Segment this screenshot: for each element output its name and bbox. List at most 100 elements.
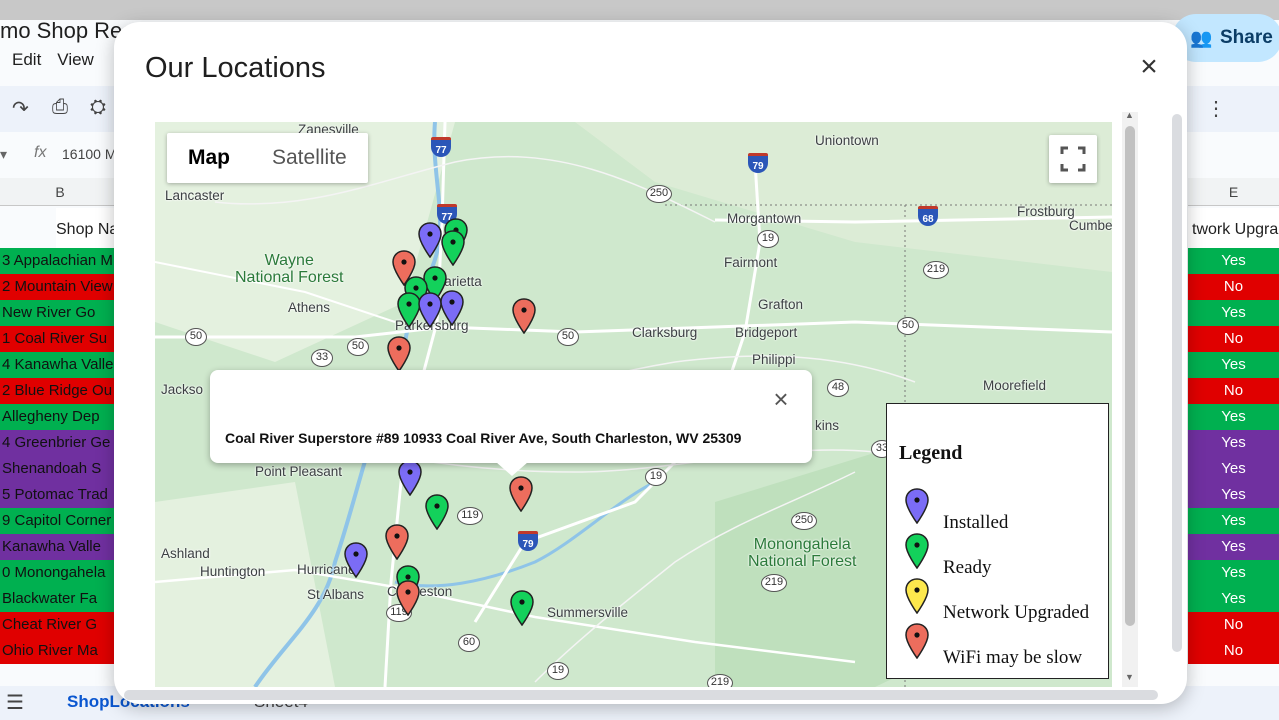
scroll-up-icon[interactable]: ▲ [1125,110,1134,120]
map-type-satellite-button[interactable]: Satellite [251,133,368,183]
route-shield: 219 [707,674,733,687]
place-label: Athens [288,300,331,315]
marker-ready-icon[interactable] [441,230,465,267]
network-upgraded-cell[interactable]: Yes [1188,560,1279,586]
marker-installed-icon[interactable] [398,460,422,497]
marker-ready-icon[interactable] [425,494,449,531]
shop-name-cell[interactable]: Ohio River Ma [0,638,120,664]
interstate-shield: 79 [748,153,768,173]
place-label: Bridgeport [735,325,798,340]
network-upgraded-cell[interactable]: No [1188,612,1279,638]
header-network-upgraded[interactable]: twork Upgra [1188,208,1279,252]
menu-view[interactable]: View [57,50,94,70]
shop-name-cell[interactable]: 9 Capitol Corner [0,508,120,534]
scroll-down-icon[interactable]: ▼ [1125,672,1134,682]
column-header-e[interactable]: E [1188,178,1279,206]
park-label: Monongahela National Forest [748,536,857,570]
marker-wifi-icon[interactable] [387,336,411,373]
header-shop-name[interactable]: Shop Na [56,208,120,252]
route-shield: 19 [645,468,667,486]
paint-format-icon[interactable]: ⛭ [90,96,106,119]
place-label: Moorefield [983,378,1047,393]
fullscreen-icon [1060,146,1086,172]
network-upgraded-cell[interactable]: Yes [1188,248,1279,274]
column-header-b[interactable]: B [0,178,120,206]
network-upgraded-cell[interactable]: Yes [1188,456,1279,482]
network-upgraded-cell[interactable]: Yes [1188,586,1279,612]
locations-dialog: Our Locations × Zanesville Uniontown Lanca… [114,22,1187,704]
dialog-horizontal-scrollbar[interactable] [124,690,1158,700]
network-upgraded-cell[interactable]: No [1188,274,1279,300]
shop-name-cell[interactable]: 1 Coal River Su [0,326,120,352]
shop-name-cell[interactable]: 0 Monongahela [0,560,120,586]
info-window-close-button[interactable]: × [766,384,796,414]
interstate-shield: 68 [918,206,938,226]
legend-item: Ready [905,533,1105,578]
dialog-title: Our Locations [145,52,326,84]
network-upgraded-cell[interactable]: No [1188,378,1279,404]
marker-installed-icon[interactable] [440,290,464,327]
place-label: Clarksburg [632,325,698,340]
shop-name-cell[interactable]: Blackwater Fa [0,586,120,612]
shop-name-cell[interactable]: 5 Potomac Trad [0,482,120,508]
route-shield: 50 [557,328,579,346]
all-sheets-menu-icon[interactable]: ☰ [6,690,24,715]
network-upgraded-cell[interactable]: Yes [1188,404,1279,430]
share-button[interactable]: 👥 Share [1172,14,1279,62]
legend-label: WiFi may be slow [943,647,1083,668]
browser-strip [0,0,1279,20]
shop-name-cell[interactable]: New River Go [0,300,120,326]
scrollbar-thumb[interactable] [1125,126,1135,626]
shop-name-cell[interactable]: Allegheny Dep [0,404,120,430]
route-shield: 19 [547,662,569,680]
place-label: Fairmont [724,255,778,270]
legend-item: WiFi may be slow [905,623,1105,668]
route-shield: 33 [311,349,333,367]
shop-name-cell[interactable]: Kanawha Valle [0,534,120,560]
shop-name-cell[interactable]: 3 Appalachian M [0,248,120,274]
marker-installed-icon[interactable] [418,222,442,259]
shop-name-cell[interactable]: 2 Blue Ridge Ou [0,378,120,404]
legend-item: Installed [905,488,1105,533]
network-upgraded-cell[interactable]: Yes [1188,508,1279,534]
marker-wifi-icon[interactable] [509,476,533,513]
menu-edit[interactable]: Edit [12,50,41,70]
place-label: kins [815,418,840,433]
map-legend: Legend Installed Ready Network Upgraded WiF… [886,403,1109,679]
fullscreen-button[interactable] [1049,135,1097,183]
network-upgraded-cell[interactable]: Yes [1188,352,1279,378]
place-label: Ashland [161,546,210,561]
network-upgraded-cell[interactable]: Yes [1188,430,1279,456]
shop-name-cell[interactable]: Shenandoah S [0,456,120,482]
shop-name-cell[interactable]: 2 Mountain View [0,274,120,300]
marker-wifi-icon[interactable] [512,298,536,335]
park-label: Wayne National Forest [235,252,344,286]
place-label: Philippi [752,352,796,367]
dialog-vertical-scrollbar[interactable] [1172,114,1182,652]
dialog-close-button[interactable]: × [1134,52,1164,82]
network-upgraded-cell[interactable]: No [1188,638,1279,664]
print-icon[interactable]: ⎙ [52,96,68,119]
marker-wifi-icon[interactable] [396,580,420,617]
marker-wifi-icon[interactable] [385,524,409,561]
network-upgraded-cell[interactable]: Yes [1188,534,1279,560]
marker-installed-icon[interactable] [418,292,442,329]
shop-name-cell[interactable]: 4 Greenbrier Ge [0,430,120,456]
route-shield: 60 [458,634,480,652]
shop-name-cell[interactable]: Cheat River G [0,612,120,638]
map[interactable]: Zanesville Uniontown Lancaster Morgantown Fr… [155,122,1112,687]
interstate-shield: 79 [518,531,538,551]
people-icon: 👥 [1190,28,1213,48]
place-label: Huntington [200,564,266,579]
shop-name-cell[interactable]: 4 Kanawha Valle [0,352,120,378]
marker-ready-icon[interactable] [510,590,534,627]
map-vertical-scrollbar[interactable]: ▲ ▼ [1122,110,1138,687]
network-upgraded-cell[interactable]: No [1188,326,1279,352]
info-window-address: Coal River Superstore #89 10933 Coal Riv… [225,430,742,446]
map-type-map-button[interactable]: Map [167,133,251,183]
more-options-icon[interactable]: ⋮ [1206,96,1226,121]
marker-installed-icon[interactable] [344,542,368,579]
redo-icon[interactable]: ↷ [12,96,29,121]
network-upgraded-cell[interactable]: Yes [1188,482,1279,508]
network-upgraded-cell[interactable]: Yes [1188,300,1279,326]
